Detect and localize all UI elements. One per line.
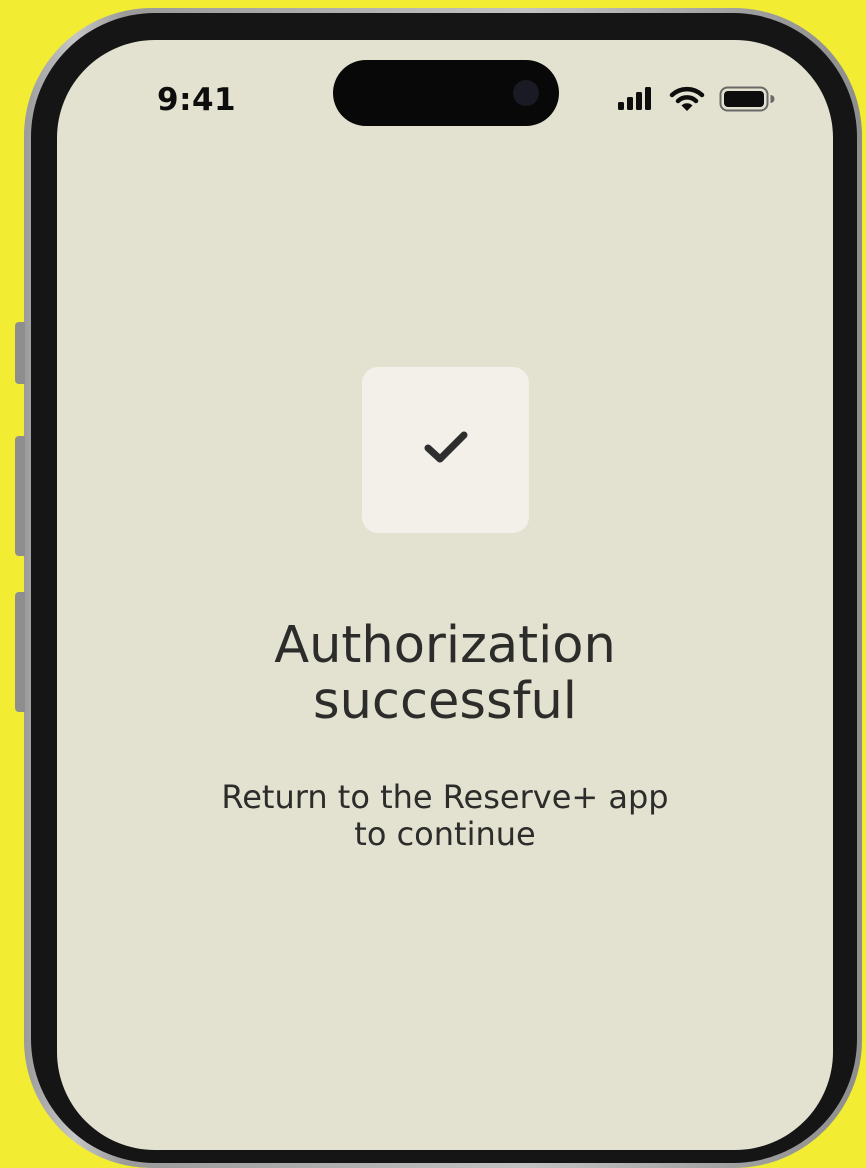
page-title: Authorization successful (274, 616, 616, 731)
return-instruction: Return to the Reserve+ app to continue (221, 778, 669, 853)
checkmark-icon (423, 430, 469, 470)
authorization-success-view: Authorization successful Return to the R… (57, 40, 833, 1150)
action-button (15, 322, 25, 384)
volume-up-button (15, 436, 25, 556)
phone-screen: 9:41 Authorization successful Return to … (57, 40, 833, 1150)
volume-down-button (15, 592, 25, 712)
success-badge (362, 367, 529, 533)
